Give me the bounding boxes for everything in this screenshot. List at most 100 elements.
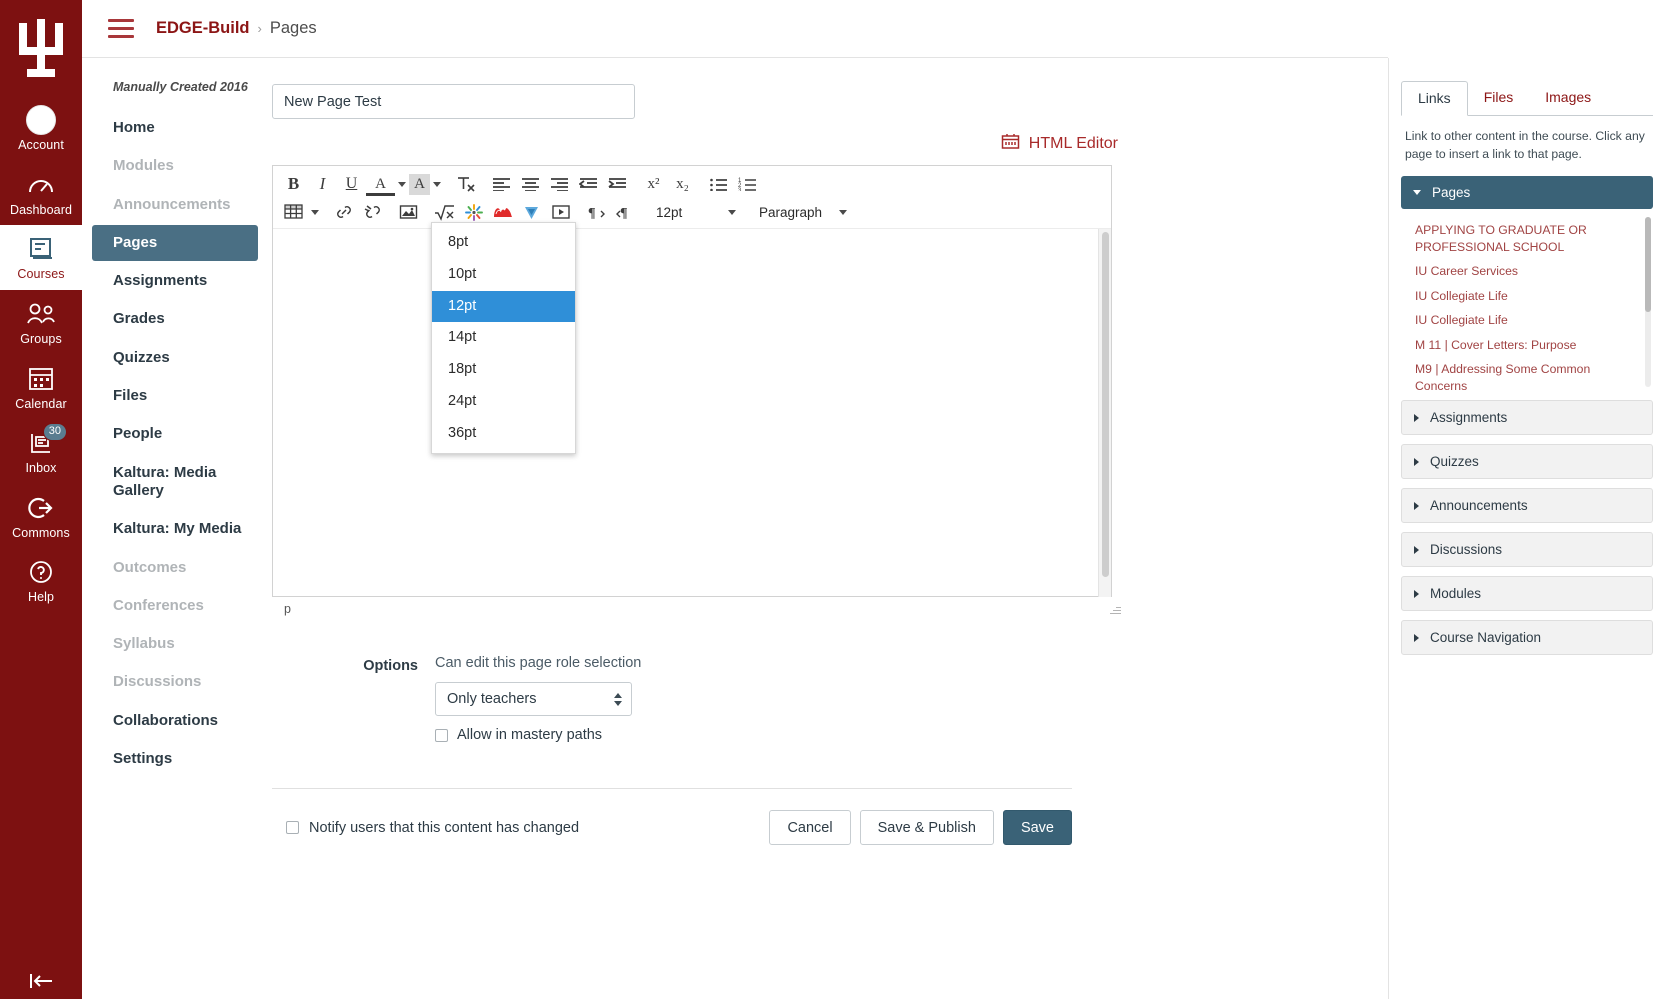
course-nav-conferences[interactable]: Conferences bbox=[92, 588, 258, 624]
course-nav-discussions[interactable]: Discussions bbox=[92, 664, 258, 700]
course-nav-modules[interactable]: Modules bbox=[92, 148, 258, 184]
text-color-button[interactable]: A bbox=[366, 175, 395, 196]
superscript-button[interactable]: x² bbox=[639, 171, 668, 197]
rtl-direction-button[interactable]: ¶ bbox=[611, 199, 640, 225]
list-item[interactable]: M 11 | Cover Letters: Purpose bbox=[1415, 334, 1637, 358]
table-button[interactable] bbox=[279, 199, 308, 225]
tab-links[interactable]: Links bbox=[1401, 81, 1468, 116]
font-size-select[interactable]: 12pt bbox=[647, 199, 743, 225]
block-format-select[interactable]: Paragraph bbox=[750, 199, 854, 225]
rce-content-area[interactable] bbox=[273, 228, 1111, 597]
main-content-area: EDGE-Build › Pages Manually Created 2016… bbox=[82, 0, 1671, 999]
course-nav-settings[interactable]: Settings bbox=[92, 741, 258, 777]
course-nav-outcomes[interactable]: Outcomes bbox=[92, 550, 258, 586]
iu-trident-logo[interactable] bbox=[12, 16, 70, 82]
font-size-dropdown-menu[interactable]: 8pt 10pt 12pt 14pt 18pt 24pt 36pt bbox=[431, 222, 576, 455]
accordion-modules-header[interactable]: Modules bbox=[1401, 576, 1653, 612]
global-nav-help[interactable]: Help bbox=[0, 548, 82, 613]
tab-files[interactable]: Files bbox=[1468, 81, 1530, 116]
list-item[interactable]: IU Collegiate Life bbox=[1415, 285, 1637, 309]
accordion-course-navigation-header[interactable]: Course Navigation bbox=[1401, 620, 1653, 656]
resize-handle-icon[interactable] bbox=[1109, 603, 1121, 615]
course-nav-assignments[interactable]: Assignments bbox=[92, 263, 258, 299]
link-list-scrollbar[interactable] bbox=[1645, 217, 1651, 388]
accordion-quizzes-header[interactable]: Quizzes bbox=[1401, 444, 1653, 480]
rce-scrollbar-thumb[interactable] bbox=[1102, 232, 1109, 577]
font-size-option-18pt[interactable]: 18pt bbox=[432, 354, 575, 386]
font-size-option-8pt[interactable]: 8pt bbox=[432, 227, 575, 259]
mastery-paths-checkbox[interactable] bbox=[435, 728, 448, 742]
breadcrumb-course-link[interactable]: EDGE-Build bbox=[156, 19, 250, 38]
cancel-button[interactable]: Cancel bbox=[769, 810, 851, 845]
course-nav-kaltura-my-media[interactable]: Kaltura: My Media bbox=[92, 511, 258, 547]
table-caret[interactable] bbox=[308, 199, 322, 225]
italic-button[interactable]: I bbox=[308, 171, 337, 197]
clear-formatting-button[interactable] bbox=[451, 171, 480, 197]
html-editor-toggle[interactable]: HTML Editor bbox=[1001, 133, 1118, 155]
course-nav-announcements[interactable]: Announcements bbox=[92, 187, 258, 223]
ltr-direction-button[interactable]: ¶ bbox=[582, 199, 611, 225]
global-nav-calendar[interactable]: Calendar bbox=[0, 355, 82, 420]
list-item[interactable]: APPLYING TO GRADUATE OR PROFESSIONAL SCH… bbox=[1415, 219, 1637, 260]
notify-users-row[interactable]: Notify users that this content has chang… bbox=[272, 820, 579, 836]
course-nav-kaltura-media-gallery[interactable]: Kaltura: Media Gallery bbox=[92, 455, 258, 510]
remove-link-button[interactable] bbox=[358, 199, 387, 225]
accordion-pages-header[interactable]: Pages bbox=[1401, 176, 1653, 210]
pages-link-list[interactable]: APPLYING TO GRADUATE OR PROFESSIONAL SCH… bbox=[1401, 209, 1653, 391]
font-size-option-14pt[interactable]: 14pt bbox=[432, 322, 575, 354]
course-nav-pages[interactable]: Pages bbox=[92, 224, 258, 262]
global-nav-commons[interactable]: Commons bbox=[0, 484, 82, 549]
course-nav-syllabus[interactable]: Syllabus bbox=[92, 626, 258, 662]
collapse-nav-icon[interactable] bbox=[0, 971, 82, 991]
align-right-button[interactable] bbox=[545, 171, 574, 197]
font-size-value: 12pt bbox=[656, 204, 683, 220]
list-item[interactable]: IU Collegiate Life bbox=[1415, 309, 1637, 333]
insert-link-button[interactable] bbox=[329, 199, 358, 225]
font-size-option-36pt[interactable]: 36pt bbox=[432, 418, 575, 450]
rce-scrollbar[interactable] bbox=[1098, 229, 1111, 597]
outdent-button[interactable] bbox=[574, 171, 603, 197]
course-nav-home[interactable]: Home bbox=[92, 110, 258, 146]
text-color-caret[interactable] bbox=[395, 171, 409, 197]
course-nav-collaborations[interactable]: Collaborations bbox=[92, 703, 258, 739]
font-size-option-12pt[interactable]: 12pt bbox=[432, 290, 575, 323]
global-nav-courses[interactable]: Courses bbox=[0, 225, 82, 290]
global-nav-inbox[interactable]: 30 Inbox bbox=[0, 419, 82, 484]
align-left-button[interactable] bbox=[487, 171, 516, 197]
highlight-color-button[interactable]: A bbox=[409, 173, 430, 195]
breadcrumb-separator: › bbox=[257, 21, 262, 36]
hamburger-menu-icon[interactable] bbox=[108, 19, 134, 38]
notify-users-checkbox[interactable] bbox=[286, 821, 299, 834]
edit-role-select[interactable]: Only teachers bbox=[435, 682, 632, 716]
mastery-paths-row[interactable]: Allow in mastery paths bbox=[435, 727, 641, 743]
underline-button[interactable]: U bbox=[337, 171, 366, 197]
list-item[interactable]: IU Career Services bbox=[1415, 260, 1637, 284]
course-nav-quizzes[interactable]: Quizzes bbox=[92, 340, 258, 376]
dashboard-gauge-icon bbox=[27, 170, 55, 200]
course-nav-people[interactable]: People bbox=[92, 416, 258, 452]
align-center-button[interactable] bbox=[516, 171, 545, 197]
global-nav-account[interactable]: Account bbox=[0, 96, 82, 161]
accordion-assignments-header[interactable]: Assignments bbox=[1401, 400, 1653, 436]
global-nav-groups[interactable]: Groups bbox=[0, 290, 82, 355]
font-size-option-10pt[interactable]: 10pt bbox=[432, 259, 575, 291]
save-and-publish-button[interactable]: Save & Publish bbox=[859, 810, 994, 845]
course-nav-files[interactable]: Files bbox=[92, 378, 258, 414]
numbered-list-button[interactable]: 1 2 3 bbox=[733, 171, 762, 197]
font-size-option-24pt[interactable]: 24pt bbox=[432, 386, 575, 418]
global-nav-dashboard[interactable]: Dashboard bbox=[0, 161, 82, 226]
list-item[interactable]: M9 | Addressing Some Common Concerns bbox=[1415, 358, 1637, 391]
link-list-scrollbar-thumb[interactable] bbox=[1645, 217, 1651, 313]
accordion-discussions-header[interactable]: Discussions bbox=[1401, 532, 1653, 568]
tab-images[interactable]: Images bbox=[1529, 81, 1607, 116]
accordion-announcements-header[interactable]: Announcements bbox=[1401, 488, 1653, 524]
subscript-button[interactable]: x₂ bbox=[668, 171, 697, 197]
page-title-input[interactable] bbox=[272, 84, 635, 119]
bullet-list-button[interactable] bbox=[704, 171, 733, 197]
bold-button[interactable]: B bbox=[279, 171, 308, 197]
highlight-color-caret[interactable] bbox=[430, 171, 444, 197]
indent-button[interactable] bbox=[603, 171, 632, 197]
save-button[interactable]: Save bbox=[1002, 810, 1072, 845]
insert-image-button[interactable] bbox=[394, 199, 423, 225]
course-nav-grades[interactable]: Grades bbox=[92, 301, 258, 337]
